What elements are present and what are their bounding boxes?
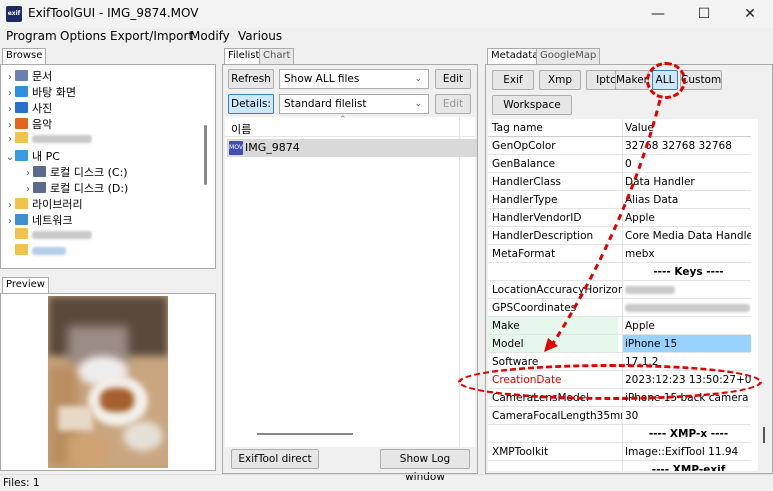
dashed-arrow-line [550,99,662,346]
arrow-head-icon [544,338,558,352]
status-bar: Files: 1 [0,474,773,490]
annotation-arrow [544,99,662,352]
